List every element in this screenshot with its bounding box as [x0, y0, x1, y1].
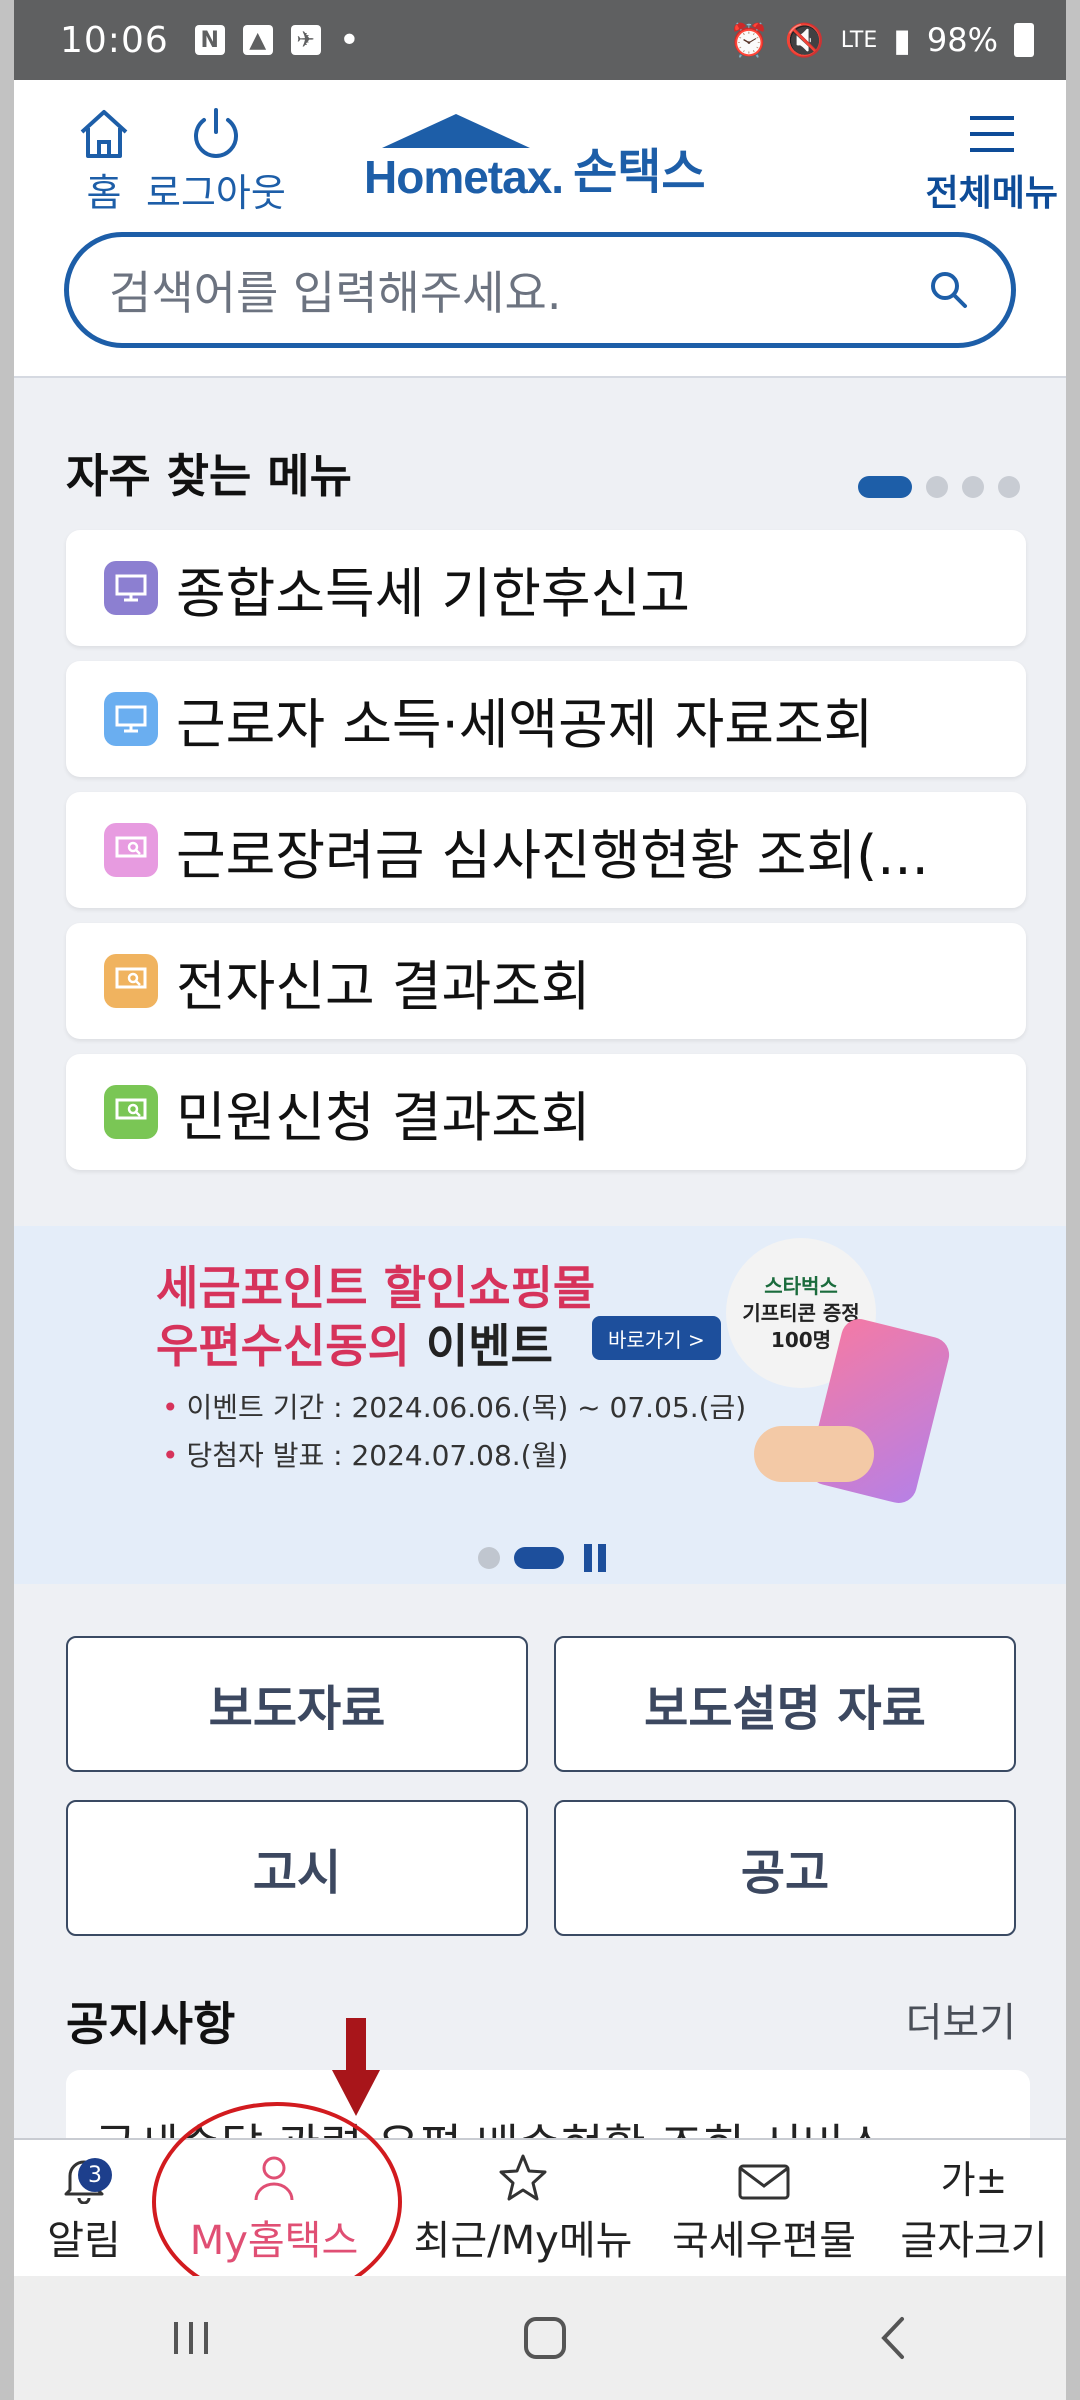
pause-icon[interactable] — [584, 1544, 606, 1572]
search-icon[interactable] — [927, 268, 971, 312]
frequent-menu-label: 근로자 소득·세액공제 자료조회 — [176, 692, 874, 756]
notification-count-badge: 3 — [78, 2158, 112, 2192]
frequent-menu-label: 종합소득세 기한후신고 — [176, 561, 690, 625]
back-icon[interactable] — [874, 2313, 914, 2363]
notice-more-link[interactable]: 더보기 — [906, 1990, 1016, 2048]
mute-icon: 🔇 — [784, 21, 825, 59]
frequent-menu-label: 근로장려금 심사진행현황 조회(... — [176, 823, 929, 887]
notice-title: 공지사항 — [66, 1997, 236, 2051]
app-header: 홈 로그아웃 Hometax. 손택스 전체메뉴 검색어를 입력해주세요. — [14, 80, 1066, 378]
banner-pager[interactable] — [478, 1544, 606, 1572]
press-release-button[interactable]: 보도자료 — [66, 1636, 528, 1772]
frequent-menu-item[interactable]: 전자신고 결과조회 — [66, 923, 1026, 1039]
home-icon — [80, 110, 128, 158]
tab-font-size[interactable]: 가± 글자크기 — [886, 2140, 1062, 2278]
logo-wordmark: Hometax. — [364, 151, 564, 203]
signal-icon: ▮ — [893, 21, 911, 59]
pager-dot-active[interactable] — [858, 476, 912, 498]
pager-dot[interactable] — [998, 476, 1020, 498]
logout-button[interactable]: 로그아웃 — [146, 108, 286, 217]
hamburger-icon — [969, 116, 1014, 152]
logo-roof — [382, 114, 530, 148]
status-bar: 10:06 N ▲ ✈ • ⏰ 🔇 LTE ▮ 98% — [14, 0, 1066, 80]
monitor-icon — [104, 692, 158, 746]
tab-notifications[interactable]: 3 알림 — [14, 2140, 154, 2278]
pager-dot[interactable] — [962, 476, 984, 498]
system-nav-bar — [14, 2276, 1066, 2400]
press-explain-button[interactable]: 보도설명 자료 — [554, 1636, 1016, 1772]
tab-label: 국세우편물 — [672, 2218, 856, 2264]
frequent-menu-label: 전자신고 결과조회 — [176, 954, 591, 1018]
gallery-notification-icon: ▲ — [242, 25, 273, 55]
alarm-icon: ⏰ — [729, 21, 769, 59]
red-circle-annotation — [152, 2102, 402, 2302]
network-label: LTE — [840, 27, 878, 53]
phone-screen: 10:06 N ▲ ✈ • ⏰ 🔇 LTE ▮ 98% 홈 로그아웃 Homet… — [14, 0, 1066, 2400]
frequent-menu-item[interactable]: 근로자 소득·세액공제 자료조회 — [66, 661, 1026, 777]
battery-percent: 98% — [926, 21, 998, 59]
monitor-icon — [104, 561, 158, 615]
more-notifications-dot: • — [338, 19, 360, 61]
announcement-button[interactable]: 공고 — [554, 1800, 1016, 1936]
tab-recent-my-menu[interactable]: 최근/My메뉴 — [398, 2140, 648, 2278]
banner-line2: 우편수신동의 이벤트 — [156, 1319, 553, 1373]
banner-goto-button[interactable]: 바로가기 > — [592, 1316, 721, 1360]
mail-icon — [738, 2164, 790, 2200]
hometax-logo[interactable]: Hometax. 손택스 — [364, 114, 706, 204]
banner-pager-dot-active[interactable] — [514, 1547, 564, 1569]
search-bar[interactable]: 검색어를 입력해주세요. — [64, 232, 1016, 348]
frequent-menu-label: 민원신청 결과조회 — [176, 1085, 591, 1149]
status-time: 10:06 — [60, 19, 169, 61]
banner-pager-dot[interactable] — [478, 1547, 500, 1569]
banner-announce: 당첨자 발표 : 2024.07.08.(월) — [162, 1434, 569, 1474]
battery-icon — [1014, 23, 1034, 57]
banner-period: 이벤트 기간 : 2024.06.06.(목) ~ 07.05.(금) — [162, 1386, 747, 1426]
red-arrow-annotation — [332, 2018, 380, 2116]
frequent-menu-item[interactable]: 종합소득세 기한후신고 — [66, 530, 1026, 646]
tab-label: 글자크기 — [900, 2218, 1048, 2264]
hand-illustration — [754, 1426, 874, 1482]
tab-label: 알림 — [47, 2218, 121, 2264]
home-nav-icon[interactable] — [520, 2313, 570, 2363]
airplane-notification-icon: ✈ — [290, 25, 321, 55]
naver-notification-icon: N — [194, 25, 225, 55]
home-button[interactable]: 홈 — [76, 108, 132, 217]
full-menu-label: 전체메뉴 — [925, 173, 1058, 214]
full-menu-button[interactable]: 전체메뉴 — [926, 110, 1058, 216]
monitor-search-icon — [104, 1085, 158, 1139]
frequent-menu-pager[interactable] — [858, 476, 1020, 498]
tab-label: 최근/My메뉴 — [413, 2218, 633, 2264]
search-input[interactable]: 검색어를 입력해주세요. — [109, 257, 927, 323]
star-icon — [499, 2154, 547, 2201]
notification-gov-button[interactable]: 고시 — [66, 1800, 528, 1936]
tab-tax-mail[interactable]: 국세우편물 — [654, 2140, 874, 2278]
pager-dot[interactable] — [926, 476, 948, 498]
logout-label: 로그아웃 — [146, 171, 286, 215]
banner-line1: 세금포인트 할인쇼핑몰 — [156, 1261, 596, 1315]
monitor-search-icon — [104, 823, 158, 877]
logo-korean: 손택스 — [573, 144, 706, 200]
monitor-search-icon — [104, 954, 158, 1008]
font-size-icon: 가± — [940, 2158, 1008, 2202]
frequent-menu-item[interactable]: 민원신청 결과조회 — [66, 1054, 1026, 1170]
power-icon — [193, 108, 238, 158]
recent-apps-icon[interactable] — [166, 2316, 216, 2360]
frequent-menu-item[interactable]: 근로장려금 심사진행현황 조회(... — [66, 792, 1026, 908]
event-banner[interactable]: 세금포인트 할인쇼핑몰 우편수신동의 이벤트 바로가기 > 이벤트 기간 : 2… — [14, 1226, 1066, 1584]
home-label: 홈 — [86, 171, 122, 215]
frequent-menu-title: 자주 찾는 메뉴 — [66, 449, 352, 503]
